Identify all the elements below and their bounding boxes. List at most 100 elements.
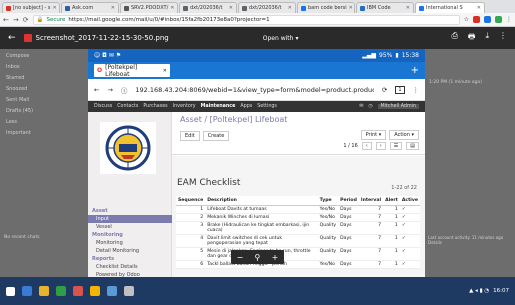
gmail-sidebar-item: Drafts (45) [6, 108, 34, 114]
phone-tab[interactable]: O [Poltekpel] Lifeboat ✕ [94, 64, 170, 78]
taskbar-app-icon[interactable] [73, 286, 83, 296]
close-icon[interactable]: ✕ [406, 5, 410, 11]
close-icon[interactable]: ✕ [477, 5, 481, 11]
column-header[interactable]: Type [317, 196, 339, 206]
close-icon[interactable]: ✕ [229, 5, 233, 11]
sidebar-menu-item[interactable]: Monitoring [88, 239, 172, 247]
column-header[interactable]: Sequence [176, 196, 206, 206]
browser-tab[interactable]: Ask.com ✕ [61, 2, 119, 13]
close-icon[interactable]: ✕ [349, 5, 353, 11]
column-header[interactable]: Period [338, 196, 359, 206]
taskbar-app-icon[interactable] [56, 286, 66, 296]
column-header[interactable]: Active [399, 196, 420, 206]
back-arrow-icon[interactable]: ← [8, 33, 16, 43]
chat-icon[interactable]: ✉ [359, 104, 363, 109]
tab-count[interactable]: 1 [395, 85, 405, 94]
odoo-menu-item[interactable]: Maintenance [201, 104, 236, 109]
odoo-menu-item[interactable]: Contacts [117, 104, 138, 109]
close-icon[interactable]: ✕ [163, 68, 167, 74]
odoo-menu-item[interactable]: Inventory [173, 104, 196, 109]
menu-icon[interactable]: ⋮ [413, 86, 420, 94]
reload-icon[interactable]: ⟳ [382, 86, 387, 94]
reload-icon[interactable]: ⟳ [23, 16, 29, 24]
browser-tab[interactable]: IBM Code ✕ [356, 2, 414, 13]
forward-icon[interactable]: → [107, 86, 112, 94]
odoo-top-menu: Discuss Contacts Purchases Inventory Mainten… [88, 101, 425, 112]
record-count: 1-22 of 22 [391, 185, 417, 191]
new-tab-icon[interactable]: + [411, 65, 419, 76]
star-icon[interactable]: ☆ [464, 16, 469, 23]
browser-tab[interactable]: dxt/202036/t ✕ [238, 2, 296, 13]
taskbar-app-icon[interactable] [107, 286, 117, 296]
menu-icon[interactable]: ⋮ [506, 16, 512, 23]
table-cell: Days [338, 260, 359, 269]
activity-icon[interactable]: ◷ [368, 104, 372, 109]
table-row[interactable]: 5Mesin di jalankan, Engines to be run, t… [176, 247, 420, 261]
close-icon[interactable]: ✕ [52, 5, 56, 11]
odoo-menu-item[interactable]: Discuss [94, 104, 112, 109]
table-cell: 7 [358, 247, 384, 261]
taskbar-clock: 16:07 [493, 288, 509, 294]
create-button[interactable]: Create [202, 131, 230, 141]
browser-tab[interactable]: dxt/202036/t ✕ [179, 2, 237, 13]
print-icon[interactable]: 🖶 [468, 31, 476, 45]
odoo-user[interactable]: Mitchell Admin [377, 104, 419, 109]
battery-level: 95% [379, 52, 393, 59]
phone-url[interactable]: 192.168.43.204:8069/webid=1&view_type=fo… [135, 86, 373, 94]
column-header[interactable]: Alert [383, 196, 400, 206]
table-row[interactable]: 6 Tackl ballast bahan ringgit - perluh Yes… [176, 260, 420, 269]
close-icon[interactable]: ✕ [170, 5, 174, 11]
action-button[interactable]: Action ▾ [389, 130, 419, 140]
odoo-menu-item[interactable]: Purchases [143, 104, 167, 109]
extension-icon[interactable] [495, 16, 502, 23]
previous-icon[interactable]: ‹ [361, 142, 372, 150]
breadcrumb[interactable]: Asset / [Poltekpel] Lifeboat [180, 115, 287, 124]
browser-tab[interactable]: SRV2.PDODXT/✕ [120, 2, 178, 13]
column-header[interactable]: Interval [358, 196, 384, 206]
print-button[interactable]: Print ▾ [360, 130, 387, 140]
phone-screenshot: ☺ ◘ ✉ ⚑ ▂▄▆ 95% ▮ 15:38 O [Poltekpel] Li… [88, 49, 425, 277]
table-row[interactable]: 3 Brake (Hidraulican ke tingkat embarkasi… [176, 221, 420, 235]
browser-tab[interactable]: [no subject] - s ✕ [2, 2, 60, 13]
download-icon[interactable]: ⤓ [485, 31, 489, 45]
odoo-menu-item[interactable]: Settings [257, 104, 277, 109]
address-bar[interactable]: 🔒 Secure https://mail.google.com/mail/u/… [32, 14, 460, 25]
info-icon[interactable]: ⓘ [121, 85, 128, 95]
odoo-menu-item[interactable]: Apps [240, 104, 252, 109]
favicon-icon [301, 5, 306, 11]
zoom-reset-icon[interactable]: ⚲ [255, 253, 261, 262]
sidebar-menu-item[interactable]: Input [88, 215, 172, 223]
extension-icon[interactable] [473, 16, 480, 23]
tray-icons[interactable]: ▲ ◂ ▮ ◔ [469, 288, 489, 294]
back-icon[interactable]: ← [3, 16, 9, 24]
zoom-in-icon[interactable]: + [272, 253, 279, 262]
sidebar-menu-item[interactable]: Detail Monitoring [88, 247, 172, 255]
zoom-out-icon[interactable]: − [237, 253, 244, 262]
os-taskbar: ▲ ◂ ▮ ◔ 16:07 [0, 277, 515, 305]
add-to-drive-icon[interactable]: ⎙ [451, 31, 457, 45]
taskbar-app-icon[interactable] [22, 286, 32, 296]
browser-tab[interactable]: International S ✕ [415, 2, 485, 13]
form-view-icon[interactable]: ▤ [406, 142, 419, 150]
list-view-icon[interactable]: ☰ [389, 142, 403, 150]
table-row[interactable]: 4 Davit limit switches di cek untuk pengo… [176, 234, 420, 248]
back-icon[interactable]: ← [94, 86, 99, 94]
forward-icon[interactable]: → [13, 16, 19, 24]
next-icon[interactable]: › [375, 142, 386, 150]
more-options-icon[interactable]: ⋮ [499, 31, 507, 45]
browser-tab[interactable]: bam code bersi ✕ [297, 2, 355, 13]
extension-icon[interactable] [484, 16, 491, 23]
table-row[interactable]: 1 Lifeboat Davits at tumaas Yes/No Days 7 1 ✓ [176, 205, 420, 214]
close-icon[interactable]: ✕ [288, 5, 292, 11]
taskbar-app-icon[interactable] [90, 286, 100, 296]
sidebar-menu-item[interactable]: Vessel [88, 223, 172, 231]
table-row[interactable]: 2 Mekanik Winches di lumasi Yes/No Days 7 1 ✓ [176, 213, 420, 222]
close-icon[interactable]: ✕ [111, 5, 115, 11]
taskbar-app-icon[interactable] [124, 286, 134, 296]
sidebar-menu-item[interactable]: Checklist Details [88, 263, 172, 271]
open-with-button[interactable]: Open with ▾ [263, 35, 299, 42]
start-icon[interactable] [6, 286, 15, 296]
edit-button[interactable]: Edit [180, 131, 200, 141]
column-header[interactable]: Description [205, 196, 318, 206]
taskbar-app-icon[interactable] [39, 286, 49, 296]
